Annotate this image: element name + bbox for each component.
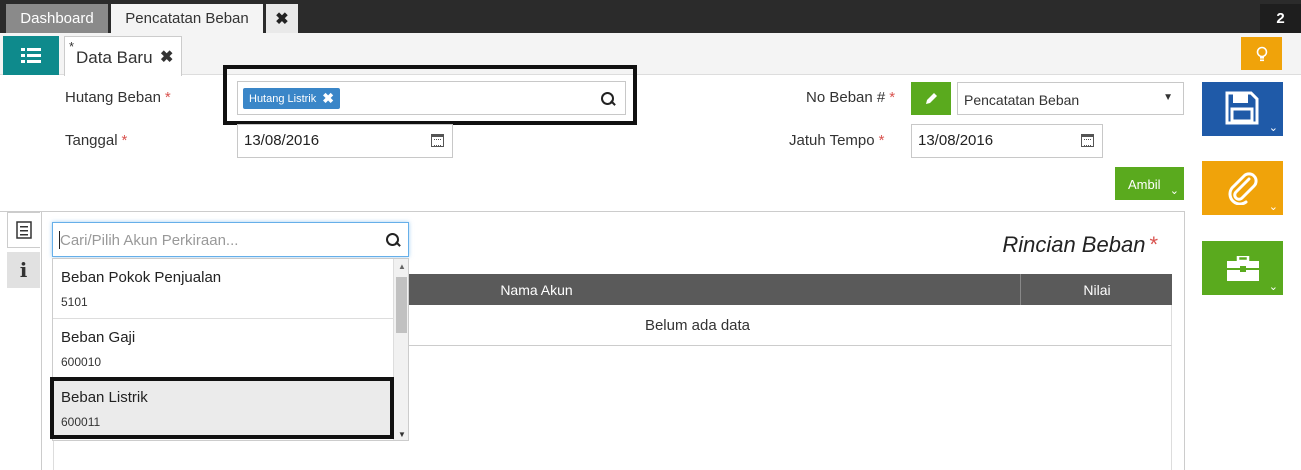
unsaved-marker: * <box>69 39 75 54</box>
document-icon <box>16 221 32 239</box>
sub-tab-bar <box>0 33 1301 75</box>
list-item[interactable]: Beban Gaji 600010 <box>53 319 393 379</box>
tab-data-baru-label: Data Baru <box>76 48 153 67</box>
dropdown-scrollbar[interactable]: ▲ ▼ <box>393 259 408 440</box>
close-tab-icon[interactable]: ✖ <box>266 4 298 33</box>
calendar-icon[interactable] <box>1081 134 1094 147</box>
no-beban-select[interactable]: Pencatatan Beban ▼ <box>957 82 1184 115</box>
tips-button[interactable] <box>1241 37 1282 70</box>
chevron-down-icon: ⌄ <box>1268 122 1278 134</box>
save-button[interactable]: ⌄ <box>1202 82 1283 136</box>
tab-pencatatan-beban[interactable]: Pencatatan Beban <box>111 4 263 33</box>
close-subtab-icon[interactable]: ✖ <box>160 47 173 67</box>
jatuh-tempo-input[interactable]: 13/08/2016 <box>911 124 1103 158</box>
briefcase-icon <box>1227 256 1259 281</box>
calendar-icon[interactable] <box>431 134 444 147</box>
ambil-button[interactable]: Ambil ⌄ <box>1115 167 1184 200</box>
scroll-down-icon[interactable]: ▼ <box>398 430 406 439</box>
list-item[interactable]: Beban Pokok Penjualan 5101 <box>53 259 393 319</box>
column-header-nilai[interactable]: Nilai <box>1022 274 1172 305</box>
caret-down-icon: ▼ <box>1163 92 1173 103</box>
chevron-down-icon: ⌄ <box>1169 185 1179 197</box>
chevron-down-icon: ⌄ <box>1268 281 1278 293</box>
info-icon: i <box>19 258 28 282</box>
tanggal-input[interactable]: 13/08/2016 <box>237 124 453 158</box>
tab-dashboard[interactable]: Dashboard <box>6 4 108 33</box>
no-beban-label: No Beban # * <box>806 89 896 106</box>
hutang-beban-label: Hutang Beban * <box>65 89 171 106</box>
scroll-up-icon[interactable]: ▲ <box>398 262 406 271</box>
side-tab-info[interactable]: i <box>7 252 40 288</box>
paperclip-icon <box>1228 172 1258 205</box>
tab-data-baru[interactable]: * Data Baru ✖ <box>64 36 182 76</box>
account-search-input[interactable]: Cari/Pilih Akun Perkiraan... <box>52 222 409 257</box>
lightbulb-icon <box>1256 46 1267 61</box>
floppy-disk-icon <box>1225 91 1259 125</box>
tanggal-label: Tanggal * <box>65 132 128 149</box>
details-title: Rincian Beban * <box>1002 232 1158 257</box>
side-tab-details[interactable] <box>7 212 40 248</box>
list-view-button[interactable] <box>3 36 59 75</box>
tools-button[interactable]: ⌄ <box>1202 241 1283 295</box>
attach-button[interactable]: ⌄ <box>1202 161 1283 215</box>
edit-number-button[interactable] <box>911 82 951 115</box>
scrollbar-thumb[interactable] <box>396 277 407 333</box>
chevron-down-icon: ⌄ <box>1268 201 1278 213</box>
app-window: Dashboard Pencatatan Beban ✖ 2 * Data Ba… <box>0 0 1301 470</box>
search-icon[interactable] <box>386 233 400 247</box>
highlight-box-beban-listrik <box>50 377 394 439</box>
highlight-box-hutang <box>223 65 637 125</box>
list-icon <box>21 47 41 63</box>
jatuh-tempo-label: Jatuh Tempo * <box>789 132 885 149</box>
window-count-badge[interactable]: 2 <box>1260 4 1301 33</box>
pencil-icon <box>926 92 937 104</box>
